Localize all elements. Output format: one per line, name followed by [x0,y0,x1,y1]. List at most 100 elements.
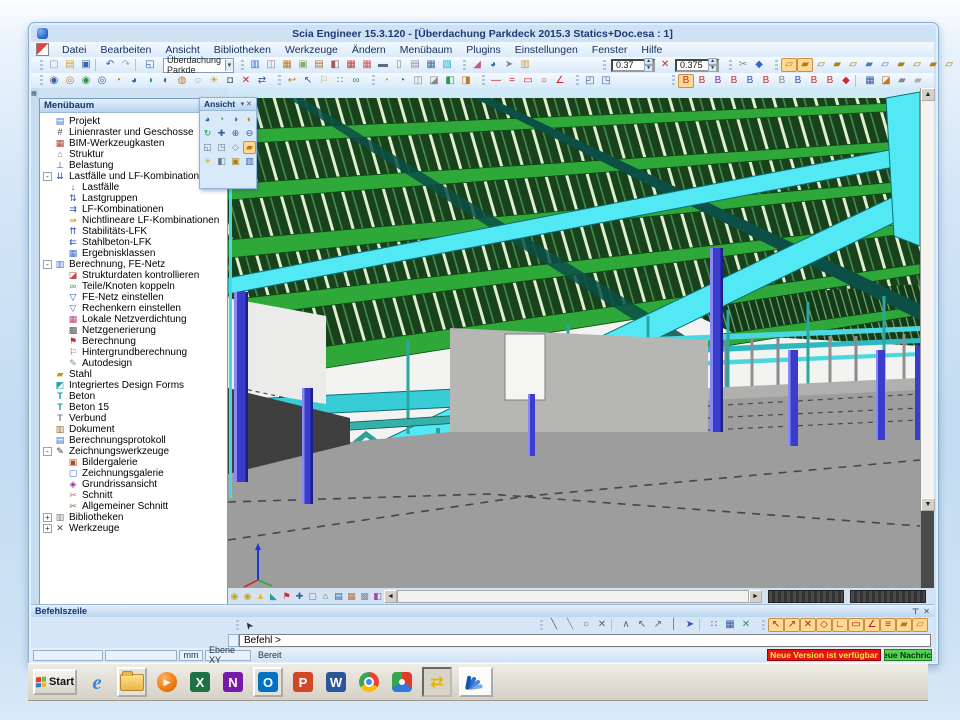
snap-perpendicular-icon[interactable]: ∟ [832,618,848,632]
numbering-icon[interactable]: ◕ [126,74,142,88]
rendered-view-icon[interactable]: ▰ [797,58,813,72]
menu-item[interactable]: Bearbeiten [94,43,159,57]
warning-icon[interactable]: ▲ [254,590,267,603]
pinwheel-app-icon[interactable] [389,669,415,695]
tree-expand-box[interactable] [43,150,52,159]
tree-expand-box[interactable] [56,337,65,346]
viewport-3d[interactable] [228,88,920,588]
tree-expand-box[interactable] [56,304,65,313]
snap-intersection-icon[interactable]: ✕ [800,618,816,632]
title-bar[interactable]: Scia Engineer 15.3.120 - [Überdachung Pa… [31,25,934,42]
paste-attributes-icon[interactable]: ◪ [426,74,442,88]
separator[interactable] [135,59,141,71]
zoom-previous-icon[interactable]: ◐ [243,113,256,126]
table-results-icon[interactable]: ▦ [862,74,878,88]
update-available-badge[interactable]: Neue Version ist verfügbar [767,649,881,661]
snap-endpoint-icon[interactable]: ↖ [768,618,784,632]
line-icon[interactable]: — [488,74,504,88]
line-grid-icon[interactable]: ▦ [722,618,738,632]
menu-item[interactable]: Einstellungen [508,43,585,57]
tree-expand-box[interactable] [56,194,65,203]
light-icon[interactable]: ☀ [201,155,214,168]
chrome-icon[interactable] [356,669,382,695]
project-combobox[interactable]: Überdachung Parkde ▾ [163,58,234,73]
binocular-2-icon[interactable]: ◔ [394,74,410,88]
tree-item-beton[interactable]: T Beton [40,391,227,402]
tree-item-stabilitaets-lfk[interactable]: ⇈ Stabilitäts-LFK [40,226,227,237]
tree-item-zeichnungswerkzeuge[interactable]: - ✎ Zeichnungswerkzeuge [40,446,227,457]
view-toggle-4-icon[interactable]: ▰ [829,58,845,72]
results-b9-icon[interactable]: B [806,74,822,88]
tree-expand-box[interactable] [43,414,52,423]
tree-expand-box[interactable] [56,458,65,467]
tree-expand-box[interactable] [43,425,52,434]
snap-node-icon[interactable]: ↗ [784,618,800,632]
brush-icon[interactable]: ◧ [442,74,458,88]
tree-item-dokument[interactable]: ▥ Dokument [40,424,227,435]
zoom-selection-icon[interactable]: ◔ [215,113,228,126]
menu-window-icon[interactable] [36,43,49,56]
tree-expand-box[interactable]: - [43,447,52,456]
close-icon[interactable]: ✕ [923,607,930,616]
tree-expand-box[interactable] [43,381,52,390]
tree-expand-box[interactable] [56,293,65,302]
file-explorer-icon[interactable] [117,667,147,697]
camera-icon[interactable]: ◧ [215,155,228,168]
zoom-document-icon[interactable]: ◕ [485,58,501,72]
tree-item-werkzeuge[interactable]: + ✕ Werkzeuge [40,523,227,534]
results-diamond-icon[interactable]: ◆ [838,74,854,88]
outlook-icon[interactable]: O [253,667,283,697]
chain-icon[interactable]: ∞ [348,74,364,88]
tree-expand-box[interactable] [56,227,65,236]
view-toggle-8-icon[interactable]: ▰ [893,58,909,72]
results-b1-icon[interactable]: B [678,74,694,88]
axes-icon[interactable]: ✚ [293,590,306,603]
vertex-icon[interactable]: ∧ [618,618,634,632]
chart-results-icon[interactable]: ◪ [878,74,894,88]
menu-item[interactable]: Plugins [459,43,507,57]
bim-toolbox-icon[interactable]: ▦ [279,58,295,72]
open-icon[interactable]: ▤ [62,58,78,72]
tree-item-bildergalerie[interactable]: ▣ Bildergalerie [40,457,227,468]
combobox-dropdown-icon[interactable]: ▾ [225,60,233,71]
tree-expand-box[interactable] [43,161,52,170]
tree-expand-box[interactable] [56,183,65,192]
perspective-icon[interactable]: ◇ [229,141,242,154]
connect-members-icon[interactable]: ◆ [751,58,767,72]
redo-icon[interactable]: ↷ [118,58,134,72]
tree-expand-box[interactable] [56,480,65,489]
tree-expand-box[interactable] [43,128,52,137]
sun-icon[interactable]: ☀ [206,74,222,88]
view-toggle-6-icon[interactable]: ▰ [861,58,877,72]
internet-explorer-icon[interactable]: e [84,669,110,695]
layers-icon[interactable]: ▤ [332,590,345,603]
table-icon[interactable]: ▦ [345,590,358,603]
box-icon[interactable]: ▢ [306,590,319,603]
show-nodes-icon[interactable]: ◉ [46,74,62,88]
view-settings-icon[interactable]: ▥ [243,155,256,168]
menu-item[interactable]: Menübaum [393,43,460,57]
menu-item[interactable]: Hilfe [634,43,669,57]
gallery-icon[interactable]: ◧ [327,58,343,72]
show-members-icon[interactable]: ◎ [62,74,78,88]
show-surfaces-icon[interactable]: ◑ [142,74,158,88]
tree-expand-box[interactable] [56,249,65,258]
tree-expand-box[interactable] [43,403,52,412]
tree-item-netzgenerierung[interactable]: ▩ Netzgenerierung [40,325,227,336]
close-icon[interactable]: ✕ [246,100,252,108]
delete-icon[interactable]: ✕ [594,618,610,632]
show-loads-icon[interactable]: ◎ [94,74,110,88]
tree-item-stahlbeton-lfk[interactable]: ⇇ Stahlbeton-LFK [40,237,227,248]
onenote-icon[interactable]: N [220,669,246,695]
cross-section-icon[interactable]: ✕ [238,74,254,88]
tree-item-teile-knoten-koppeln[interactable]: ∞ Teile/Knoten koppeln [40,281,227,292]
results-b10-icon[interactable]: B [822,74,838,88]
view-toggle-11-icon[interactable]: ▱ [941,58,957,72]
excel-icon[interactable]: X [187,669,213,695]
menu-item[interactable]: Ändern [345,43,393,57]
tree-item-lastgruppen[interactable]: ⇅ Lastgruppen [40,193,227,204]
beam-check-1-icon[interactable]: ▰ [894,74,910,88]
render-mode-icon[interactable]: ▰ [243,141,256,154]
vscroll-track[interactable] [921,101,934,498]
separator[interactable] [855,75,861,87]
